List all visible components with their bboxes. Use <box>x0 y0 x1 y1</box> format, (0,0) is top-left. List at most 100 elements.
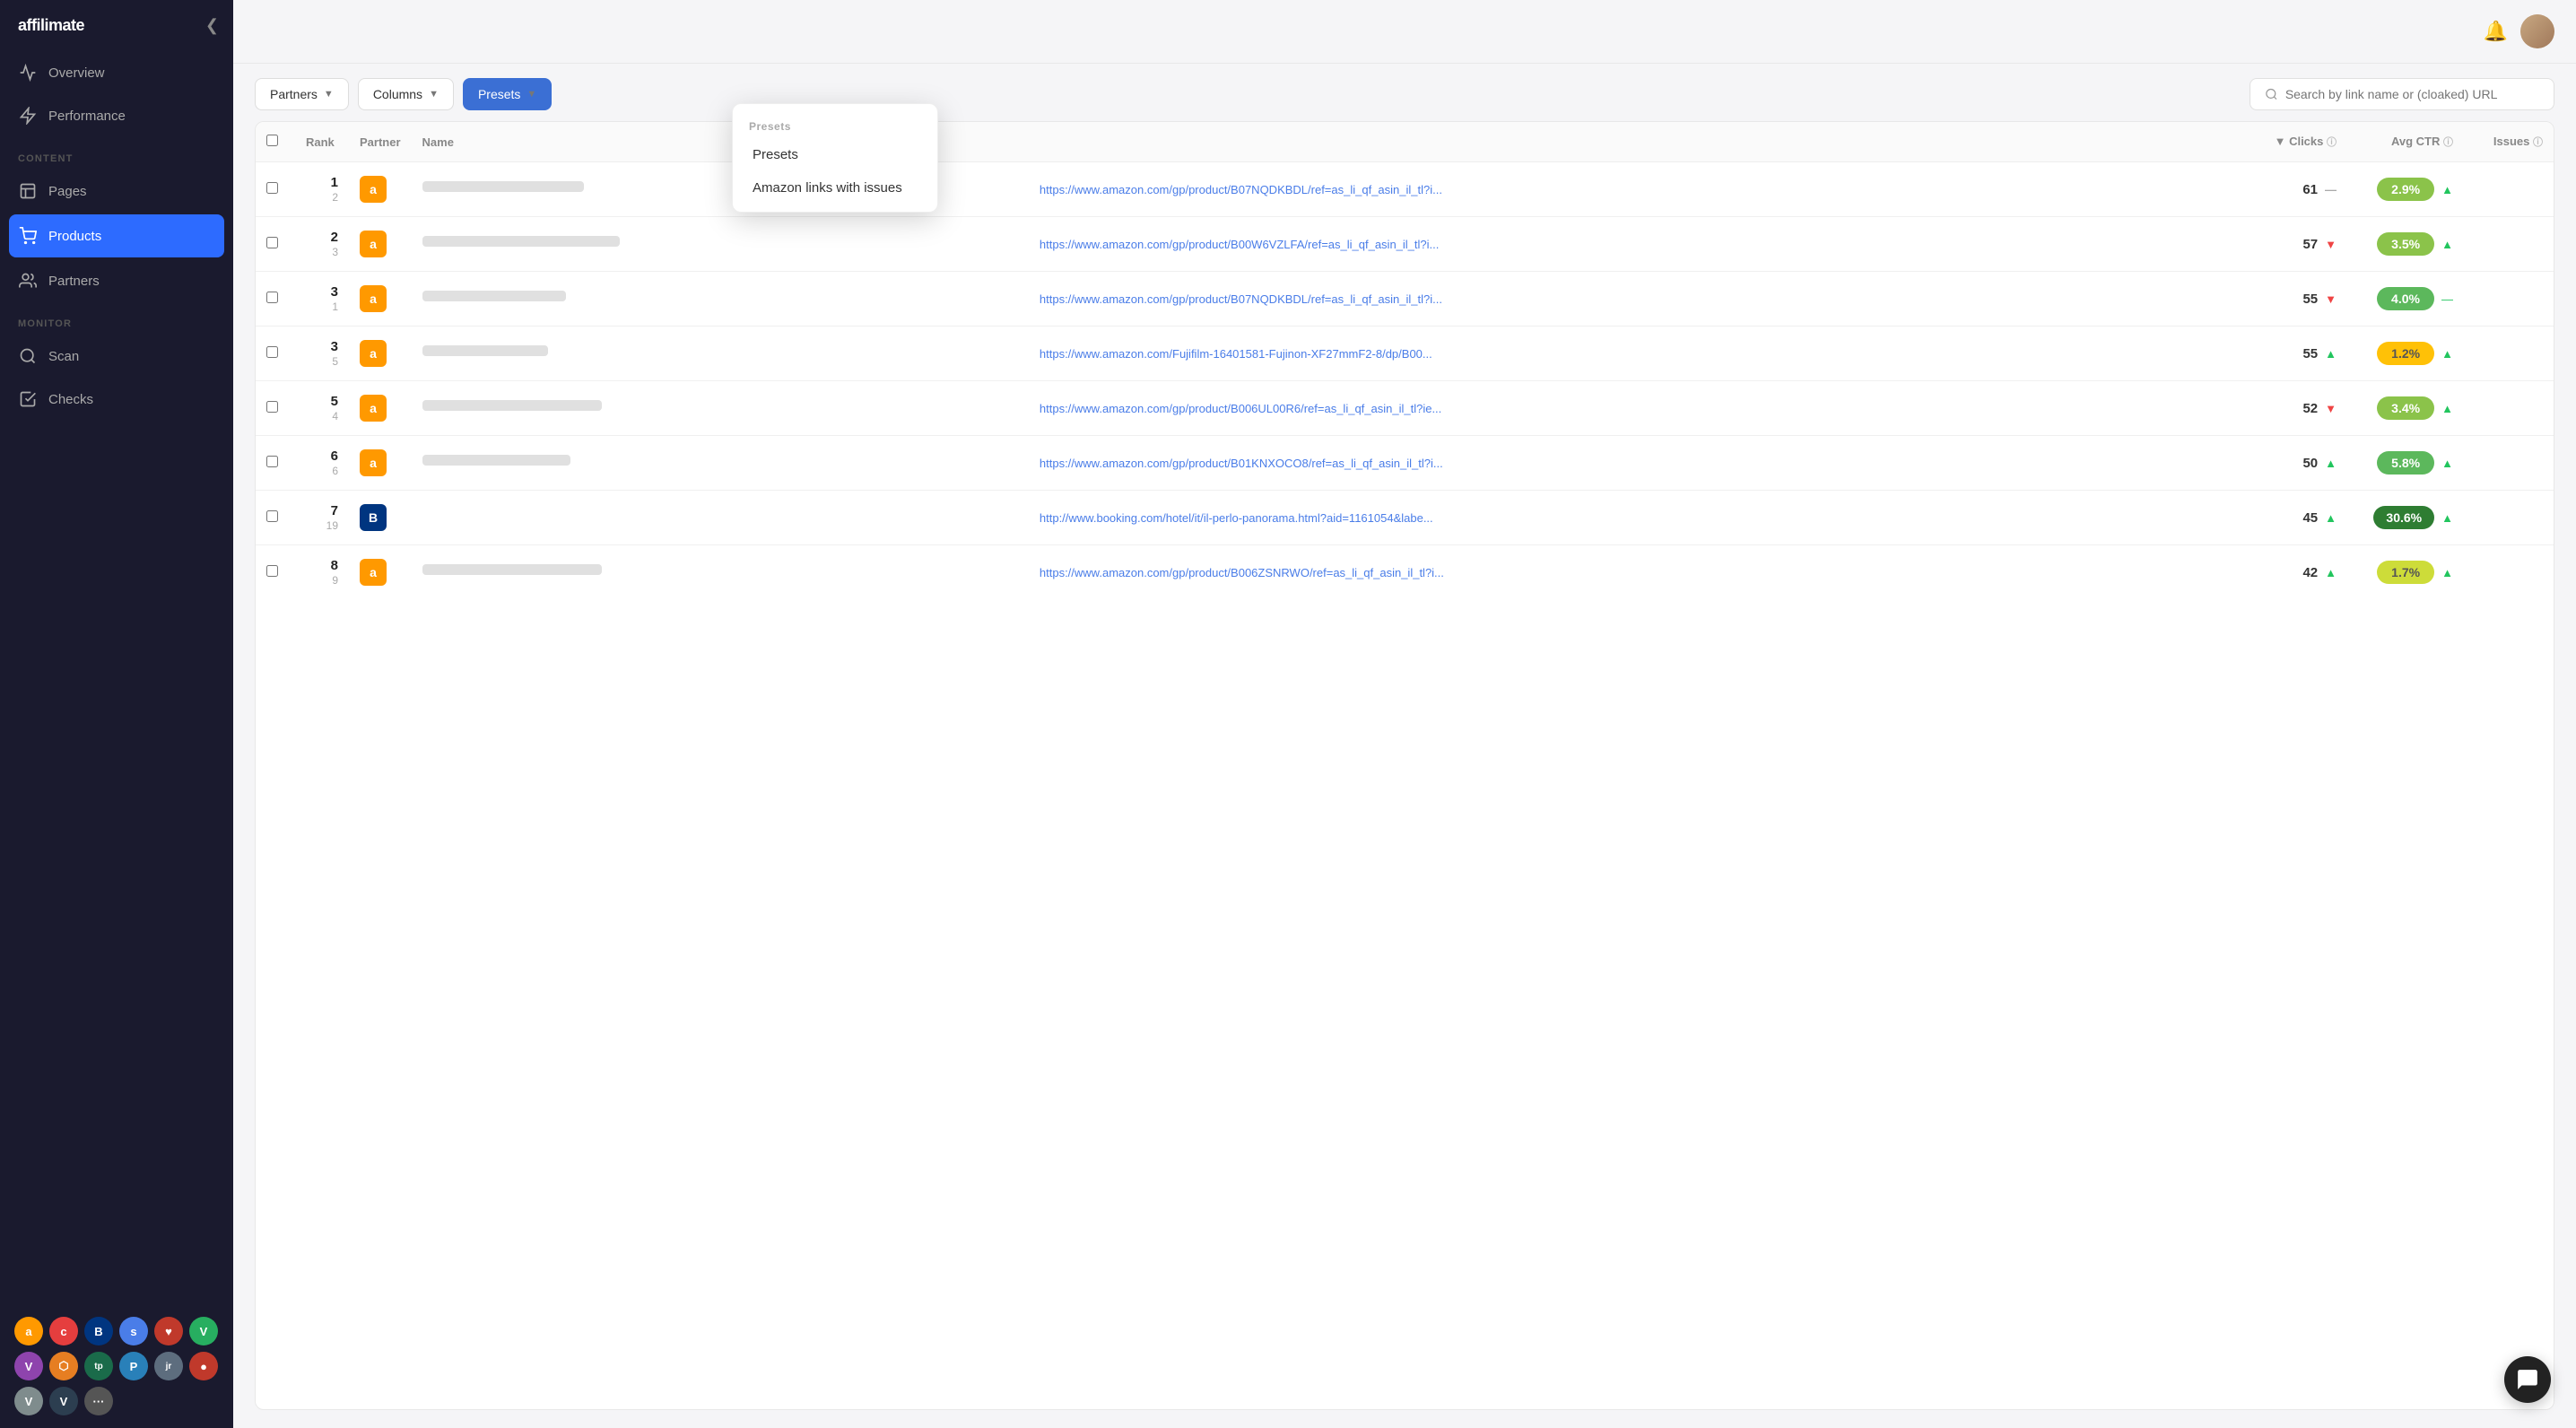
columns-button[interactable]: Columns ▼ <box>358 78 454 110</box>
row-checkbox-cell <box>256 217 295 272</box>
ctr-trend-icon: ▲ <box>2441 511 2453 525</box>
ctr-trend-icon: ▲ <box>2441 183 2453 196</box>
main-content: 🔔 Partners ▼ Columns ▼ Presets ▼ <box>233 0 2576 1428</box>
sidebar-item-products[interactable]: Products <box>9 214 224 257</box>
row-partner-cell: B <box>349 491 412 545</box>
partner-badge: a <box>360 559 387 586</box>
ctr-trend-icon: — <box>2441 292 2453 306</box>
sidebar-item-scan[interactable]: Scan <box>0 335 233 378</box>
clicks-trend-icon: ▲ <box>2325 347 2337 361</box>
row-checkbox[interactable] <box>266 292 278 303</box>
partner-heart-icon[interactable]: ♥ <box>154 1317 183 1345</box>
partner-shareasale-icon[interactable]: s <box>119 1317 148 1345</box>
row-partner-cell: a <box>349 217 412 272</box>
partner-v2-icon[interactable]: V <box>14 1352 43 1380</box>
partner-orange-icon[interactable]: ⬡ <box>49 1352 78 1380</box>
row-ctr-cell: 4.0% — <box>2347 272 2464 327</box>
sidebar-item-checks[interactable]: Checks <box>0 378 233 421</box>
row-url-link[interactable]: http://www.booking.com/hotel/it/il-perlo… <box>1040 511 1433 525</box>
row-checkbox[interactable] <box>266 346 278 358</box>
table-row: 2 3 a https://www.amazon.com/gp/product/… <box>256 217 2554 272</box>
partner-badge: a <box>360 395 387 422</box>
partner-tp-icon[interactable]: tp <box>84 1352 113 1380</box>
dropdown-section-label: Presets <box>733 111 937 138</box>
row-issues-cell <box>2464 436 2554 491</box>
row-clicks-cell: 45 ▲ <box>2231 491 2347 545</box>
row-url-link[interactable]: https://www.amazon.com/gp/product/B07NQD… <box>1040 183 1442 196</box>
partner-v1-icon[interactable]: V <box>189 1317 218 1345</box>
dropdown-item-presets[interactable]: Presets <box>736 138 934 171</box>
partners-button[interactable]: Partners ▼ <box>255 78 349 110</box>
th-clicks[interactable]: ▼ Clicks ⓘ <box>2231 122 2347 162</box>
row-url-link[interactable]: https://www.amazon.com/gp/product/B006UL… <box>1040 402 1441 415</box>
ctr-badge: 3.4% <box>2377 396 2434 420</box>
row-url-link[interactable]: https://www.amazon.com/gp/product/B00W6V… <box>1040 238 1439 251</box>
th-avg-ctr[interactable]: Avg CTR ⓘ <box>2347 122 2464 162</box>
table-row: 1 2 a https://www.amazon.com/gp/product/… <box>256 162 2554 217</box>
rank-current: 5 <box>331 394 338 409</box>
row-clicks-cell: 55 ▲ <box>2231 327 2347 381</box>
search-input[interactable] <box>2285 87 2539 101</box>
partner-p-icon[interactable]: P <box>119 1352 148 1380</box>
partner-amazon-icon[interactable]: a <box>14 1317 43 1345</box>
row-issues-cell <box>2464 272 2554 327</box>
scan-icon <box>18 346 38 366</box>
row-partner-cell: a <box>349 436 412 491</box>
sidebar-item-partners[interactable]: Partners <box>0 259 233 302</box>
row-url-link[interactable]: https://www.amazon.com/gp/product/B07NQD… <box>1040 292 1442 306</box>
topbar-right: 🔔 <box>2484 14 2554 48</box>
dropdown-item-amazon-issues[interactable]: Amazon links with issues <box>736 171 934 205</box>
row-url-link[interactable]: https://www.amazon.com/gp/product/B006ZS… <box>1040 566 1444 579</box>
row-url-cell: https://www.amazon.com/gp/product/B01KNX… <box>1029 436 2231 491</box>
select-all-checkbox[interactable] <box>266 135 278 146</box>
products-icon <box>18 226 38 246</box>
partner-booking-icon[interactable]: B <box>84 1317 113 1345</box>
clicks-value: 57 <box>2302 237 2318 252</box>
clicks-trend-icon: ▼ <box>2325 402 2337 415</box>
ctr-trend-icon: ▲ <box>2441 566 2453 579</box>
presets-button[interactable]: Presets ▼ <box>463 78 552 110</box>
partner-more-icon[interactable]: ··· <box>84 1387 113 1415</box>
table-header-row: Rank Partner Name ▼ Clicks ⓘ Avg CTR ⓘ I… <box>256 122 2554 162</box>
partner-red-circle-icon[interactable]: ● <box>189 1352 218 1380</box>
columns-label: Columns <box>373 87 422 101</box>
columns-chevron-icon: ▼ <box>429 89 439 100</box>
row-name-cell <box>412 491 1029 545</box>
row-checkbox-cell <box>256 162 295 217</box>
th-partner: Partner <box>349 122 412 162</box>
partner-dark-v-icon[interactable]: V <box>49 1387 78 1415</box>
chat-button[interactable] <box>2504 1356 2551 1403</box>
partner-jr-icon[interactable]: jr <box>154 1352 183 1380</box>
row-name-cell <box>412 217 1029 272</box>
partner-cj-icon[interactable]: c <box>49 1317 78 1345</box>
app-logo: affilimate <box>18 16 84 35</box>
sidebar-item-overview[interactable]: Overview <box>0 51 233 94</box>
row-checkbox[interactable] <box>266 401 278 413</box>
row-issues-cell <box>2464 327 2554 381</box>
chart-icon <box>18 63 38 83</box>
row-url-link[interactable]: https://www.amazon.com/gp/product/B01KNX… <box>1040 457 1443 470</box>
notifications-button[interactable]: 🔔 <box>2484 20 2508 43</box>
row-rank-cell: 8 9 <box>295 545 349 600</box>
row-name-cell <box>412 381 1029 436</box>
row-issues-cell <box>2464 217 2554 272</box>
row-checkbox[interactable] <box>266 510 278 522</box>
clicks-value: 45 <box>2302 510 2318 526</box>
avatar[interactable] <box>2520 14 2554 48</box>
partner-grey-v-icon[interactable]: V <box>14 1387 43 1415</box>
rank-current: 8 <box>331 558 338 573</box>
row-url-link[interactable]: https://www.amazon.com/Fujifilm-16401581… <box>1040 347 1432 361</box>
ctr-trend-icon: ▲ <box>2441 402 2453 415</box>
search-icon <box>2265 87 2278 101</box>
sidebar-item-pages[interactable]: Pages <box>0 170 233 213</box>
sidebar-item-performance[interactable]: Performance <box>0 94 233 137</box>
row-checkbox[interactable] <box>266 565 278 577</box>
partner-badge: a <box>360 340 387 367</box>
collapse-icon[interactable]: ❮ <box>205 16 219 35</box>
row-checkbox[interactable] <box>266 237 278 248</box>
row-checkbox[interactable] <box>266 456 278 467</box>
row-checkbox[interactable] <box>266 182 278 194</box>
th-issues[interactable]: Issues ⓘ <box>2464 122 2554 162</box>
partners-label: Partners <box>270 87 318 101</box>
rank-prev: 19 <box>326 519 338 532</box>
